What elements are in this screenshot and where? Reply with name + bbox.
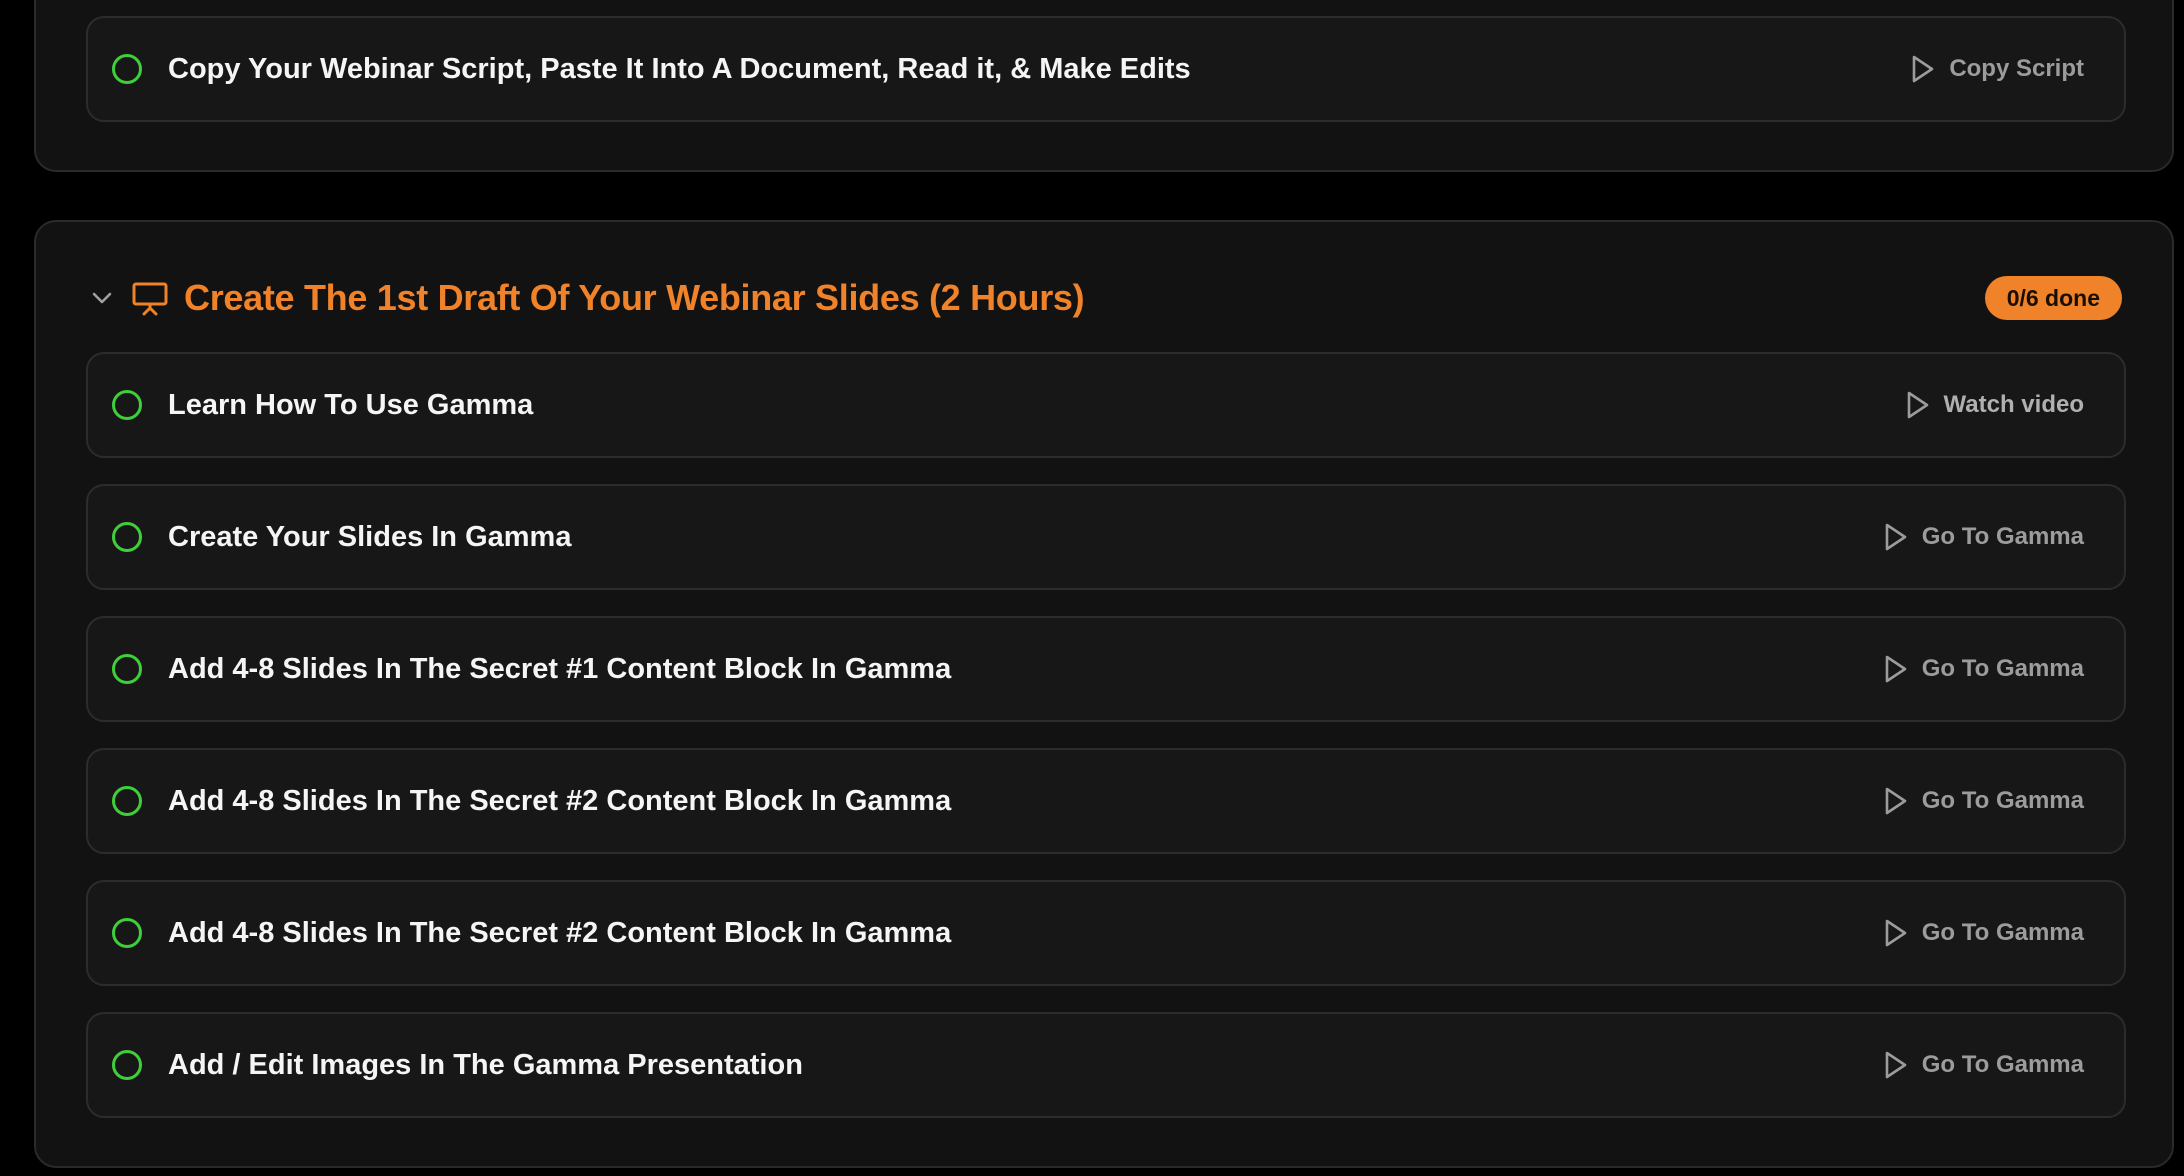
task-checkbox[interactable] xyxy=(112,54,142,84)
task-checkbox[interactable] xyxy=(112,1050,142,1080)
action-label: Go To Gamma xyxy=(1921,523,2084,550)
task-row[interactable]: Learn How To Use Gamma Watch video xyxy=(86,352,2126,458)
go-to-gamma-button[interactable]: Go To Gamma xyxy=(1884,919,2084,947)
section-webinar-script: Copy Your Webinar Script, Paste It Into … xyxy=(34,0,2174,172)
task-checkbox[interactable] xyxy=(112,786,142,816)
section-header: Create The 1st Draft Of Your Webinar Sli… xyxy=(86,272,2122,324)
play-icon xyxy=(1884,1051,1910,1079)
chevron-down-icon[interactable] xyxy=(86,282,118,314)
task-label: Add / Edit Images In The Gamma Presentat… xyxy=(168,1048,803,1081)
task-label: Learn How To Use Gamma xyxy=(168,388,534,421)
task-row[interactable]: Add 4-8 Slides In The Secret #2 Content … xyxy=(86,748,2126,854)
task-label: Add 4-8 Slides In The Secret #2 Content … xyxy=(168,784,952,817)
action-label: Copy Script xyxy=(1949,55,2084,82)
task-label: Copy Your Webinar Script, Paste It Into … xyxy=(168,52,1191,85)
play-icon xyxy=(1884,787,1910,815)
copy-script-button[interactable]: Copy Script xyxy=(1911,55,2084,83)
section-webinar-slides: Create The 1st Draft Of Your Webinar Sli… xyxy=(34,220,2174,1168)
section-title: Create The 1st Draft Of Your Webinar Sli… xyxy=(184,277,1085,318)
go-to-gamma-button[interactable]: Go To Gamma xyxy=(1884,787,2084,815)
task-label: Add 4-8 Slides In The Secret #1 Content … xyxy=(168,652,952,685)
task-row[interactable]: Add 4-8 Slides In The Secret #2 Content … xyxy=(86,880,2126,986)
action-label: Go To Gamma xyxy=(1921,655,2084,682)
presentation-icon xyxy=(130,278,170,318)
action-label: Go To Gamma xyxy=(1921,787,2084,814)
page: Copy Your Webinar Script, Paste It Into … xyxy=(0,0,2184,1176)
task-checkbox[interactable] xyxy=(112,918,142,948)
task-row[interactable]: Add 4-8 Slides In The Secret #1 Content … xyxy=(86,616,2126,722)
progress-badge: 0/6 done xyxy=(1984,276,2122,320)
task-row[interactable]: Copy Your Webinar Script, Paste It Into … xyxy=(86,16,2126,122)
go-to-gamma-button[interactable]: Go To Gamma xyxy=(1884,655,2084,683)
play-icon xyxy=(1906,391,1932,419)
action-label: Go To Gamma xyxy=(1921,919,2084,946)
play-icon xyxy=(1884,655,1910,683)
play-icon xyxy=(1911,55,1937,83)
go-to-gamma-button[interactable]: Go To Gamma xyxy=(1884,523,2084,551)
task-checkbox[interactable] xyxy=(112,390,142,420)
task-checkbox[interactable] xyxy=(112,522,142,552)
play-icon xyxy=(1884,919,1910,947)
watch-video-button[interactable]: Watch video xyxy=(1906,391,2084,419)
task-label: Add 4-8 Slides In The Secret #2 Content … xyxy=(168,916,952,949)
task-label: Create Your Slides In Gamma xyxy=(168,520,572,553)
go-to-gamma-button[interactable]: Go To Gamma xyxy=(1884,1051,2084,1079)
task-row[interactable]: Add / Edit Images In The Gamma Presentat… xyxy=(86,1012,2126,1118)
task-checkbox[interactable] xyxy=(112,654,142,684)
task-row[interactable]: Create Your Slides In Gamma Go To Gamma xyxy=(86,484,2126,590)
action-label: Watch video xyxy=(1943,391,2084,418)
play-icon xyxy=(1884,523,1910,551)
action-label: Go To Gamma xyxy=(1921,1051,2084,1078)
